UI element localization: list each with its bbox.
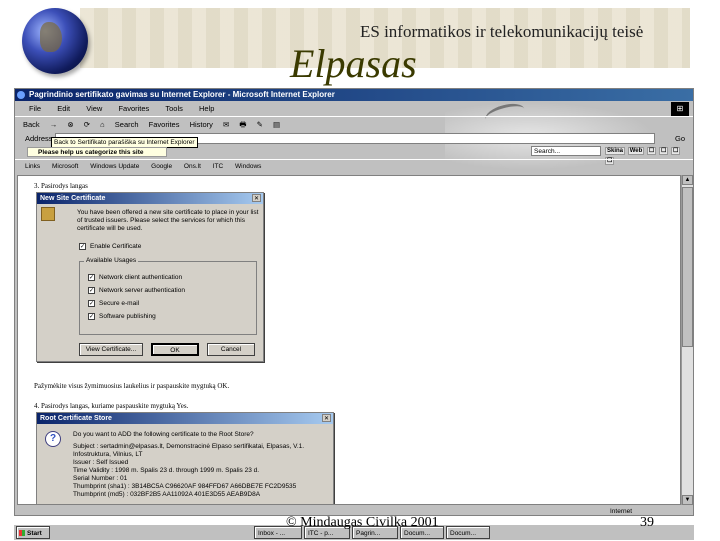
cancel-button[interactable]: Cancel (207, 343, 255, 356)
usage-label: Secure e-mail (99, 300, 140, 308)
scroll-up-icon[interactable]: ▲ (682, 175, 693, 185)
link-ons[interactable]: Ons.lt (184, 163, 201, 170)
dialog-title: Root Certificate Store (37, 413, 333, 424)
scroll-thumb[interactable] (682, 187, 693, 347)
certificate-icon (41, 207, 55, 221)
question-icon: ? (45, 431, 61, 447)
step4-text: 4. Pasirodys langas, kuriame paspauskite… (34, 402, 189, 410)
menu-edit[interactable]: Edit (57, 104, 70, 113)
security-zone: Internet (610, 508, 633, 515)
link-itc[interactable]: ITC (213, 163, 223, 170)
usage-label: Software publishing (99, 313, 156, 321)
vertical-scrollbar[interactable]: ▲ ▼ (681, 175, 693, 505)
start-button[interactable]: Start (16, 526, 50, 539)
certificate-details: Subject : sertadmin@elpasas.lt, Demonstr… (73, 443, 304, 499)
detail-line: Time Validity : 1998 m. Spalis 23 d. thr… (73, 467, 260, 474)
forward-button[interactable]: → (50, 117, 58, 133)
link-google[interactable]: Google (151, 163, 172, 170)
stop-button[interactable]: ⊗ (67, 117, 73, 133)
discuss-button[interactable]: ▤ (273, 117, 280, 133)
new-site-certificate-dialog: New Site Certificate ✕ You have been off… (36, 192, 264, 362)
menu-favorites[interactable]: Favorites (118, 104, 149, 113)
slide-footer: © Mindaugas Civilka 2001 (286, 515, 439, 530)
back-button[interactable]: Back (23, 117, 40, 133)
dialog-message: You have been offered a new site certifi… (77, 209, 259, 232)
view-certificate-button[interactable]: View Certificate... (79, 343, 143, 356)
checkbox-checked-icon[interactable]: ✓ (88, 287, 95, 294)
link-windows-update[interactable]: Windows Update (90, 163, 139, 170)
step3-text: 3. Pasirodys langas (34, 182, 88, 190)
links-label: Links (25, 163, 41, 170)
checkbox-checked-icon[interactable]: ✓ (88, 313, 95, 320)
dialog-question: Do you want to ADD the following certifi… (73, 431, 254, 438)
link-windows[interactable]: Windows (235, 163, 261, 170)
usage-option[interactable]: ✓ Secure e-mail (88, 300, 139, 307)
search-button-web[interactable]: Web (627, 147, 645, 155)
go-button[interactable]: Go (675, 132, 685, 146)
search-button-5[interactable]: ☐ (671, 147, 681, 155)
history-button[interactable]: History (190, 117, 213, 133)
home-button[interactable]: ⌂ (100, 117, 105, 133)
print-button[interactable]: 🖶 (239, 117, 246, 133)
page-number: 39 (640, 515, 654, 530)
close-icon[interactable]: ✕ (252, 194, 261, 202)
enable-certificate-label: Enable Certificate (90, 243, 142, 251)
menu-file[interactable]: File (29, 104, 41, 113)
menu-view[interactable]: View (86, 104, 102, 113)
detail-line: Thumbprint (sha1) : 3B14BC5A C96620AF 98… (73, 483, 297, 490)
ok-button[interactable]: OK (151, 343, 199, 356)
close-icon[interactable]: ✕ (322, 414, 331, 422)
standard-toolbar: Back → ⊗ ⟳ ⌂ Search Favorites History ✉ … (15, 116, 693, 132)
categorize-site-bar[interactable]: Please help us categorize this site (27, 147, 167, 157)
course-title: ES informatikos ir telekomunikacijų teis… (360, 22, 644, 41)
menu-bar: File Edit View Favorites Tools Help (15, 102, 693, 116)
slide-title: Elpasas (290, 41, 417, 86)
links-bar: Links Microsoft Windows Update Google On… (15, 159, 693, 173)
window-titlebar: Pagrindinio sertifikato gavimas su Inter… (15, 89, 693, 101)
usage-label: Network server authentication (99, 287, 185, 295)
menu-help[interactable]: Help (199, 104, 214, 113)
detail-line: Subject : sertadmin@elpasas.lt, Demonstr… (73, 443, 305, 450)
mail-button[interactable]: ✉ (223, 117, 229, 133)
usage-option[interactable]: ✓ Software publishing (88, 313, 156, 320)
usage-option[interactable]: ✓ Network client authentication (88, 274, 182, 281)
refresh-button[interactable]: ⟳ (84, 117, 90, 133)
search-button[interactable]: Search (115, 117, 139, 133)
search-input[interactable]: Search... (531, 146, 601, 156)
usage-label: Network client authentication (99, 274, 183, 282)
detail-line: Infostruktura, Vilnius, LT (73, 451, 143, 458)
enable-certificate-option[interactable]: ✓ Enable Certificate (79, 243, 141, 250)
search-button-4[interactable]: ☐ (658, 147, 669, 155)
link-microsoft[interactable]: Microsoft (52, 163, 78, 170)
address-label: Address (25, 134, 53, 143)
detail-line: Thumbprint (md5) : 032BF2B5 AA11092A 401… (73, 491, 261, 498)
page-content: 3. Pasirodys langas New Site Certificate… (17, 175, 681, 505)
checkbox-checked-icon[interactable]: ✓ (88, 274, 95, 281)
available-usages-group: Available Usages ✓ Network client authent… (79, 257, 257, 335)
step3-note-text: Pažymėkite visus žymimuosius laukelius i… (34, 382, 230, 390)
menu-tools[interactable]: Tools (165, 104, 183, 113)
root-certificate-store-dialog: Root Certificate Store ✕ ? Do you want t… (36, 412, 334, 504)
favorites-button[interactable]: Favorites (149, 117, 180, 133)
checkbox-checked-icon[interactable]: ✓ (88, 300, 95, 307)
task-button[interactable]: Docum... (446, 526, 490, 539)
usage-option[interactable]: ✓ Network server authentication (88, 287, 185, 294)
search-button-3[interactable]: ☐ (646, 147, 657, 155)
browser-window: Pagrindinio sertifikato gavimas su Inter… (14, 88, 694, 516)
search-button-skina[interactable]: Skina (605, 147, 626, 155)
detail-line: Serial Number : 01 (73, 475, 128, 482)
edit-button[interactable]: ✎ (257, 117, 263, 133)
ie-icon (17, 91, 25, 99)
usages-label: Available Usages (84, 257, 139, 264)
dialog-title: New Site Certificate (37, 193, 263, 204)
window-title: Pagrindinio sertifikato gavimas su Inter… (29, 90, 335, 99)
scroll-down-icon[interactable]: ▼ (682, 495, 693, 505)
detail-line: Issuer : Self Issued (73, 459, 129, 466)
globe-icon (22, 8, 88, 74)
checkbox-checked-icon[interactable]: ✓ (79, 243, 86, 250)
